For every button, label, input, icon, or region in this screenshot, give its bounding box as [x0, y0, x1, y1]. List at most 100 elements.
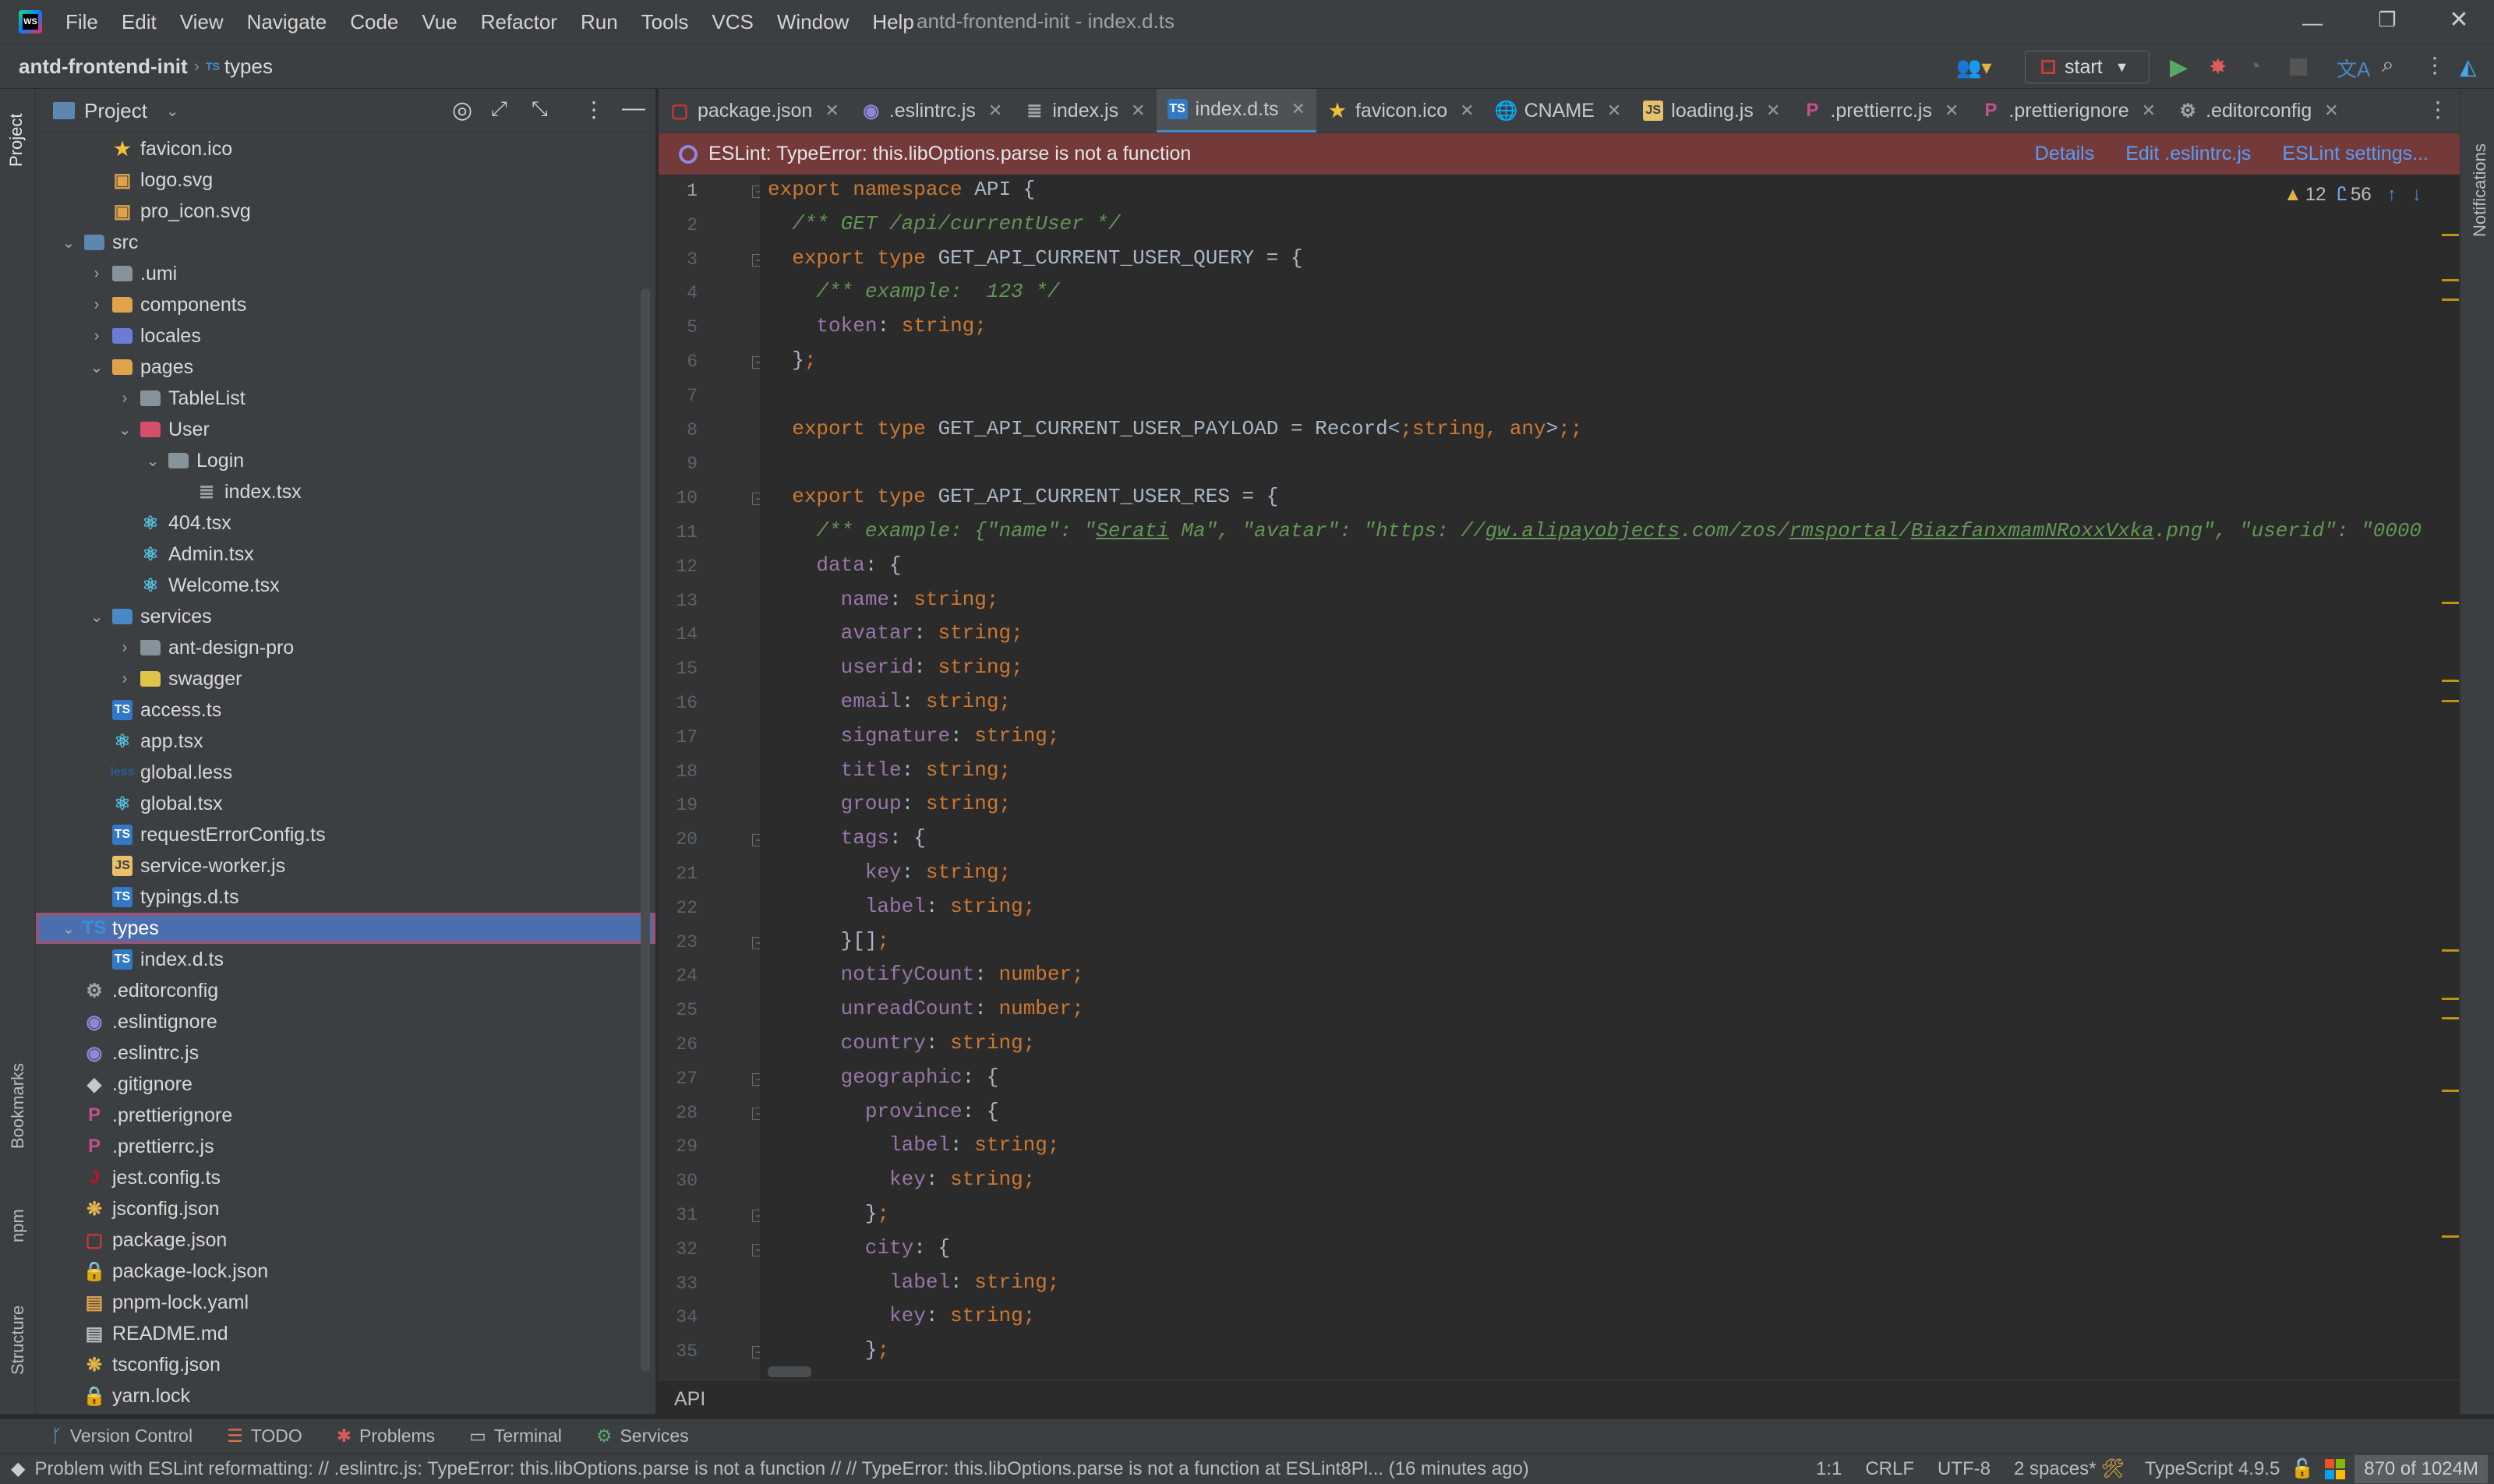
tree-item[interactable]: TS access.ts — [36, 694, 655, 726]
side-tab-bookmarks[interactable]: Bookmarks — [8, 1063, 28, 1149]
toolwindow-terminal[interactable]: ▭ Terminal — [469, 1426, 562, 1447]
menu-vue[interactable]: Vue — [422, 10, 457, 34]
inspection-widget[interactable]: ▲ 12 Ꮭ 56 ↑ ↓ — [2284, 184, 2422, 206]
run-config-select[interactable]: start ▼ — [2025, 51, 2150, 83]
tab-package-json[interactable]: ▢ package.json ✕ — [659, 89, 850, 132]
memory-indicator[interactable]: 870 of 1024M — [2354, 1454, 2488, 1483]
side-tab-npm[interactable]: npm — [8, 1209, 28, 1242]
tree-item[interactable]: › components — [36, 289, 655, 320]
tree-item[interactable]: ⚛ app.tsx — [36, 726, 655, 757]
tree-item[interactable]: ⚛ Admin.tsx — [36, 539, 655, 570]
language-service[interactable]: TypeScript 4.9.5 — [2145, 1458, 2280, 1480]
breadcrumb-namespace[interactable]: API — [674, 1388, 705, 1411]
tree-item[interactable]: Jjest.config.ts — [36, 1162, 655, 1193]
tree-item[interactable]: ❋ jsconfig.json — [36, 1193, 655, 1224]
close-window-button[interactable]: ✕ — [2447, 6, 2471, 34]
tree-item[interactable]: › swagger — [36, 663, 655, 694]
menu-run[interactable]: Run — [581, 10, 618, 34]
tree-item[interactable]: 🔒 yarn.lock — [36, 1380, 655, 1412]
caret-position[interactable]: 1:1 — [1816, 1458, 1842, 1480]
menu-help[interactable]: Help — [872, 10, 913, 34]
tree-item[interactable]: TS requestErrorConfig.ts — [36, 819, 655, 850]
tree-item[interactable]: ◆ .gitignore — [36, 1069, 655, 1100]
close-tab-icon[interactable]: ✕ — [2324, 101, 2338, 121]
status-message[interactable]: Problem with ESLint reformatting: // .es… — [34, 1458, 1528, 1480]
toolbox-icon[interactable]: ◭ — [2460, 54, 2477, 80]
toolwindow-problems[interactable]: ✱ Problems — [337, 1426, 435, 1447]
previous-highlight-icon[interactable]: ↑ — [2387, 184, 2397, 206]
menu-view[interactable]: View — [180, 10, 224, 34]
toolwindow-services[interactable]: ⚙ Services — [596, 1426, 689, 1447]
menu-window[interactable]: Window — [777, 10, 849, 34]
error-stripe[interactable] — [2442, 175, 2459, 1380]
tree-item[interactable]: ▣ pro_icon.svg — [36, 196, 655, 227]
tree-item[interactable]: ◉ .eslintignore — [36, 1006, 655, 1037]
tree-item[interactable]: › .umi — [36, 258, 655, 289]
tree-item[interactable]: ▢ package.json — [36, 1224, 655, 1256]
close-tab-icon[interactable]: ✕ — [1131, 101, 1145, 121]
tree-item[interactable]: less global.less — [36, 757, 655, 788]
side-tab-project[interactable]: Project — [6, 114, 26, 167]
close-tab-icon[interactable]: ✕ — [1291, 99, 1305, 119]
chevron-down-icon[interactable]: ⌄ — [61, 233, 76, 253]
search-icon[interactable]: ⌕ — [2382, 52, 2394, 78]
expand-all-icon[interactable]: ⤢ — [491, 97, 507, 122]
toolwindow-todo[interactable]: ☰ TODO — [227, 1426, 302, 1447]
menu-refactor[interactable]: Refactor — [481, 10, 557, 34]
close-tab-icon[interactable]: ✕ — [1945, 101, 1959, 121]
options-icon[interactable]: ⋮ — [583, 97, 605, 122]
tree-item[interactable]: ⌄ src — [36, 227, 655, 258]
file-encoding[interactable]: UTF-8 — [1938, 1458, 1991, 1480]
tree-item[interactable]: ≣ index.tsx — [36, 476, 655, 507]
close-tab-icon[interactable]: ✕ — [1460, 101, 1474, 121]
tree-item[interactable]: ▤ README.md — [36, 1318, 655, 1349]
tree-item[interactable]: ⌄ pages — [36, 352, 655, 383]
tab-loading-js[interactable]: JS loading.js ✕ — [1632, 89, 1791, 132]
tabs-more-icon[interactable]: ⋮ — [2427, 97, 2449, 122]
close-tab-icon[interactable]: ✕ — [988, 101, 1002, 121]
tree-item[interactable]: P .prettierrc.js — [36, 1131, 655, 1162]
close-tab-icon[interactable]: ✕ — [1766, 101, 1780, 121]
coverage-icon[interactable]: ◔ — [2248, 54, 2261, 79]
menu-edit[interactable]: Edit — [122, 10, 157, 34]
tab-eslintrc-js[interactable]: ◉ .eslintrc.js ✕ — [850, 89, 1014, 132]
collapse-all-icon[interactable]: ⤡ — [532, 97, 548, 122]
eslint-settings-link[interactable]: ESLint settings... — [2282, 143, 2429, 165]
tree-item[interactable]: ▤ pnpm-lock.yaml — [36, 1287, 655, 1318]
breadcrumb-project[interactable]: antd-frontend-init — [19, 55, 188, 79]
tree-item[interactable]: ⌄ User — [36, 414, 655, 445]
tree-scrollbar[interactable] — [641, 288, 650, 1372]
project-view-select[interactable]: Project — [84, 99, 147, 123]
tree-item[interactable]: ◉ .eslintrc.js — [36, 1037, 655, 1069]
details-link[interactable]: Details — [2035, 143, 2094, 165]
tree-item[interactable]: ⌄ Login — [36, 445, 655, 476]
close-tab-icon[interactable]: ✕ — [1607, 101, 1621, 121]
tree-item[interactable]: ⚛ Welcome.tsx — [36, 570, 655, 601]
debug-icon[interactable]: ✸ — [2209, 54, 2227, 80]
tree-item[interactable]: 🔒 package-lock.json — [36, 1256, 655, 1287]
tab-editorconfig[interactable]: ⚙ .editorconfig ✕ — [2167, 89, 2350, 132]
user-icon[interactable]: 👥▾ — [1956, 55, 1991, 80]
indent-setting[interactable]: 2 spaces* — [2014, 1458, 2096, 1480]
tab-cname[interactable]: 🌐 CNAME ✕ — [1485, 89, 1633, 132]
translate-icon[interactable]: 文A — [2337, 54, 2370, 83]
stop-icon[interactable] — [2290, 58, 2307, 76]
tab-favicon-ico[interactable]: ★ favicon.ico ✕ — [1316, 89, 1485, 132]
tree-item[interactable]: ▣ logo.svg — [36, 164, 655, 196]
tree-item[interactable]: P .prettierignore — [36, 1100, 655, 1131]
restore-button[interactable]: ❐ — [2376, 8, 2399, 31]
next-highlight-icon[interactable]: ↓ — [2412, 184, 2422, 206]
close-tab-icon[interactable]: ✕ — [825, 101, 839, 121]
tree-item[interactable]: › TableList — [36, 383, 655, 414]
toolwindow-version-control[interactable]: ᚴ Version Control — [51, 1426, 193, 1447]
code-editor[interactable]: export namespace API { /** GET /api/curr… — [760, 175, 2428, 1380]
tree-item[interactable]: TS index.d.ts — [36, 944, 655, 975]
chevron-right-icon[interactable]: › — [117, 390, 132, 408]
tab-prettierrc-js[interactable]: P .prettierrc.js ✕ — [1791, 89, 1969, 132]
menu-navigate[interactable]: Navigate — [247, 10, 327, 34]
tab-index-js[interactable]: ≣ index.js ✕ — [1013, 89, 1156, 132]
chevron-down-icon[interactable]: ⌄ — [117, 420, 132, 440]
tab-index-d-ts[interactable]: TS index.d.ts ✕ — [1156, 89, 1316, 132]
tree-item[interactable]: ⌄ TS types — [36, 913, 655, 944]
menu-code[interactable]: Code — [350, 10, 398, 34]
